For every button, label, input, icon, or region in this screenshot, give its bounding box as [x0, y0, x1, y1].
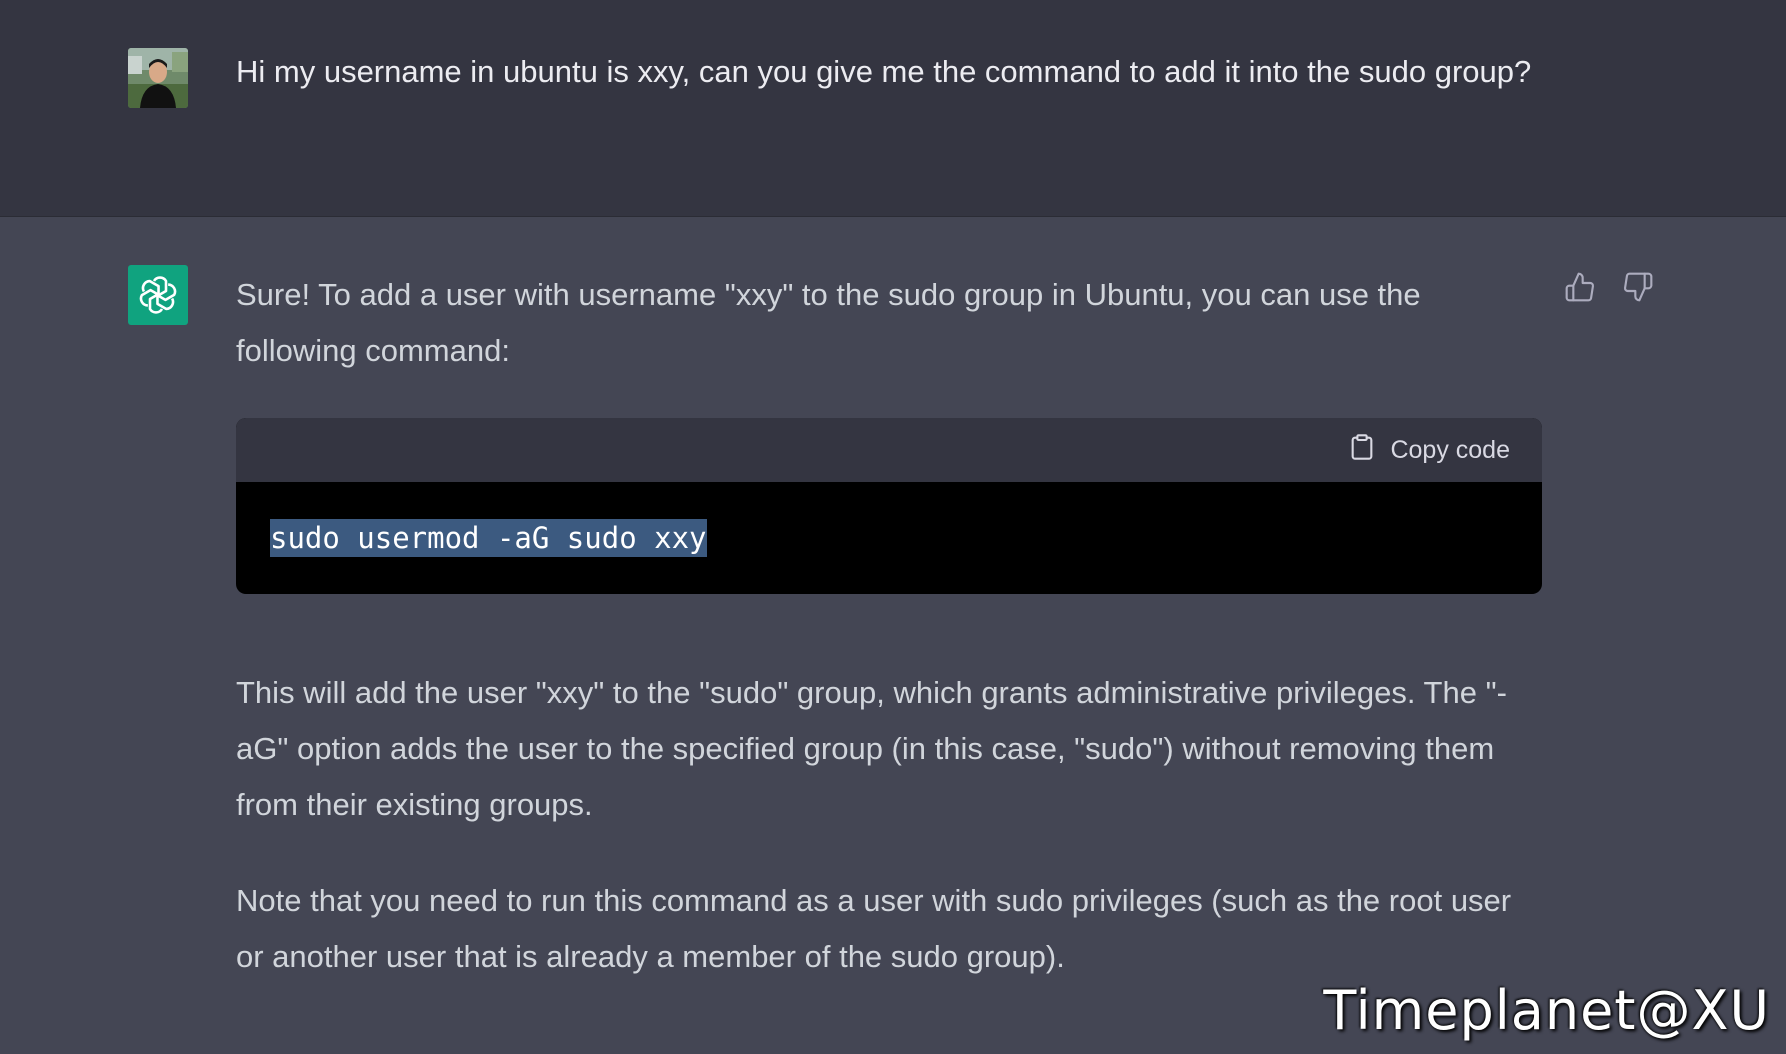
user-message: Hi my username in ubuntu is xxy, can you…	[0, 0, 1786, 217]
code-content[interactable]: sudo usermod -aG sudo xxy	[236, 482, 1542, 594]
openai-logo-icon	[128, 265, 188, 325]
user-avatar	[128, 48, 188, 108]
clipboard-icon	[1348, 431, 1376, 470]
code-block: Copy code sudo usermod -aG sudo xxy	[236, 418, 1542, 594]
copy-code-button[interactable]: Copy code	[1348, 432, 1510, 468]
copy-code-label: Copy code	[1390, 435, 1510, 464]
assistant-message: Sure! To add a user with username "xxy" …	[0, 217, 1786, 1054]
assistant-explanation-text: This will add the user "xxy" to the "sud…	[236, 675, 1507, 822]
thumbs-up-icon[interactable]	[1562, 269, 1598, 305]
watermark: Timeplanet@XU	[1323, 979, 1770, 1042]
selected-code-text: sudo usermod -aG sudo xxy	[270, 519, 707, 557]
assistant-note-text: Note that you need to run this command a…	[236, 883, 1512, 974]
code-block-header: Copy code	[236, 418, 1542, 482]
thumbs-down-icon[interactable]	[1620, 269, 1656, 305]
user-message-text: Hi my username in ubuntu is xxy, can you…	[236, 54, 1532, 89]
assistant-intro-text: Sure! To add a user with username "xxy" …	[236, 277, 1421, 368]
